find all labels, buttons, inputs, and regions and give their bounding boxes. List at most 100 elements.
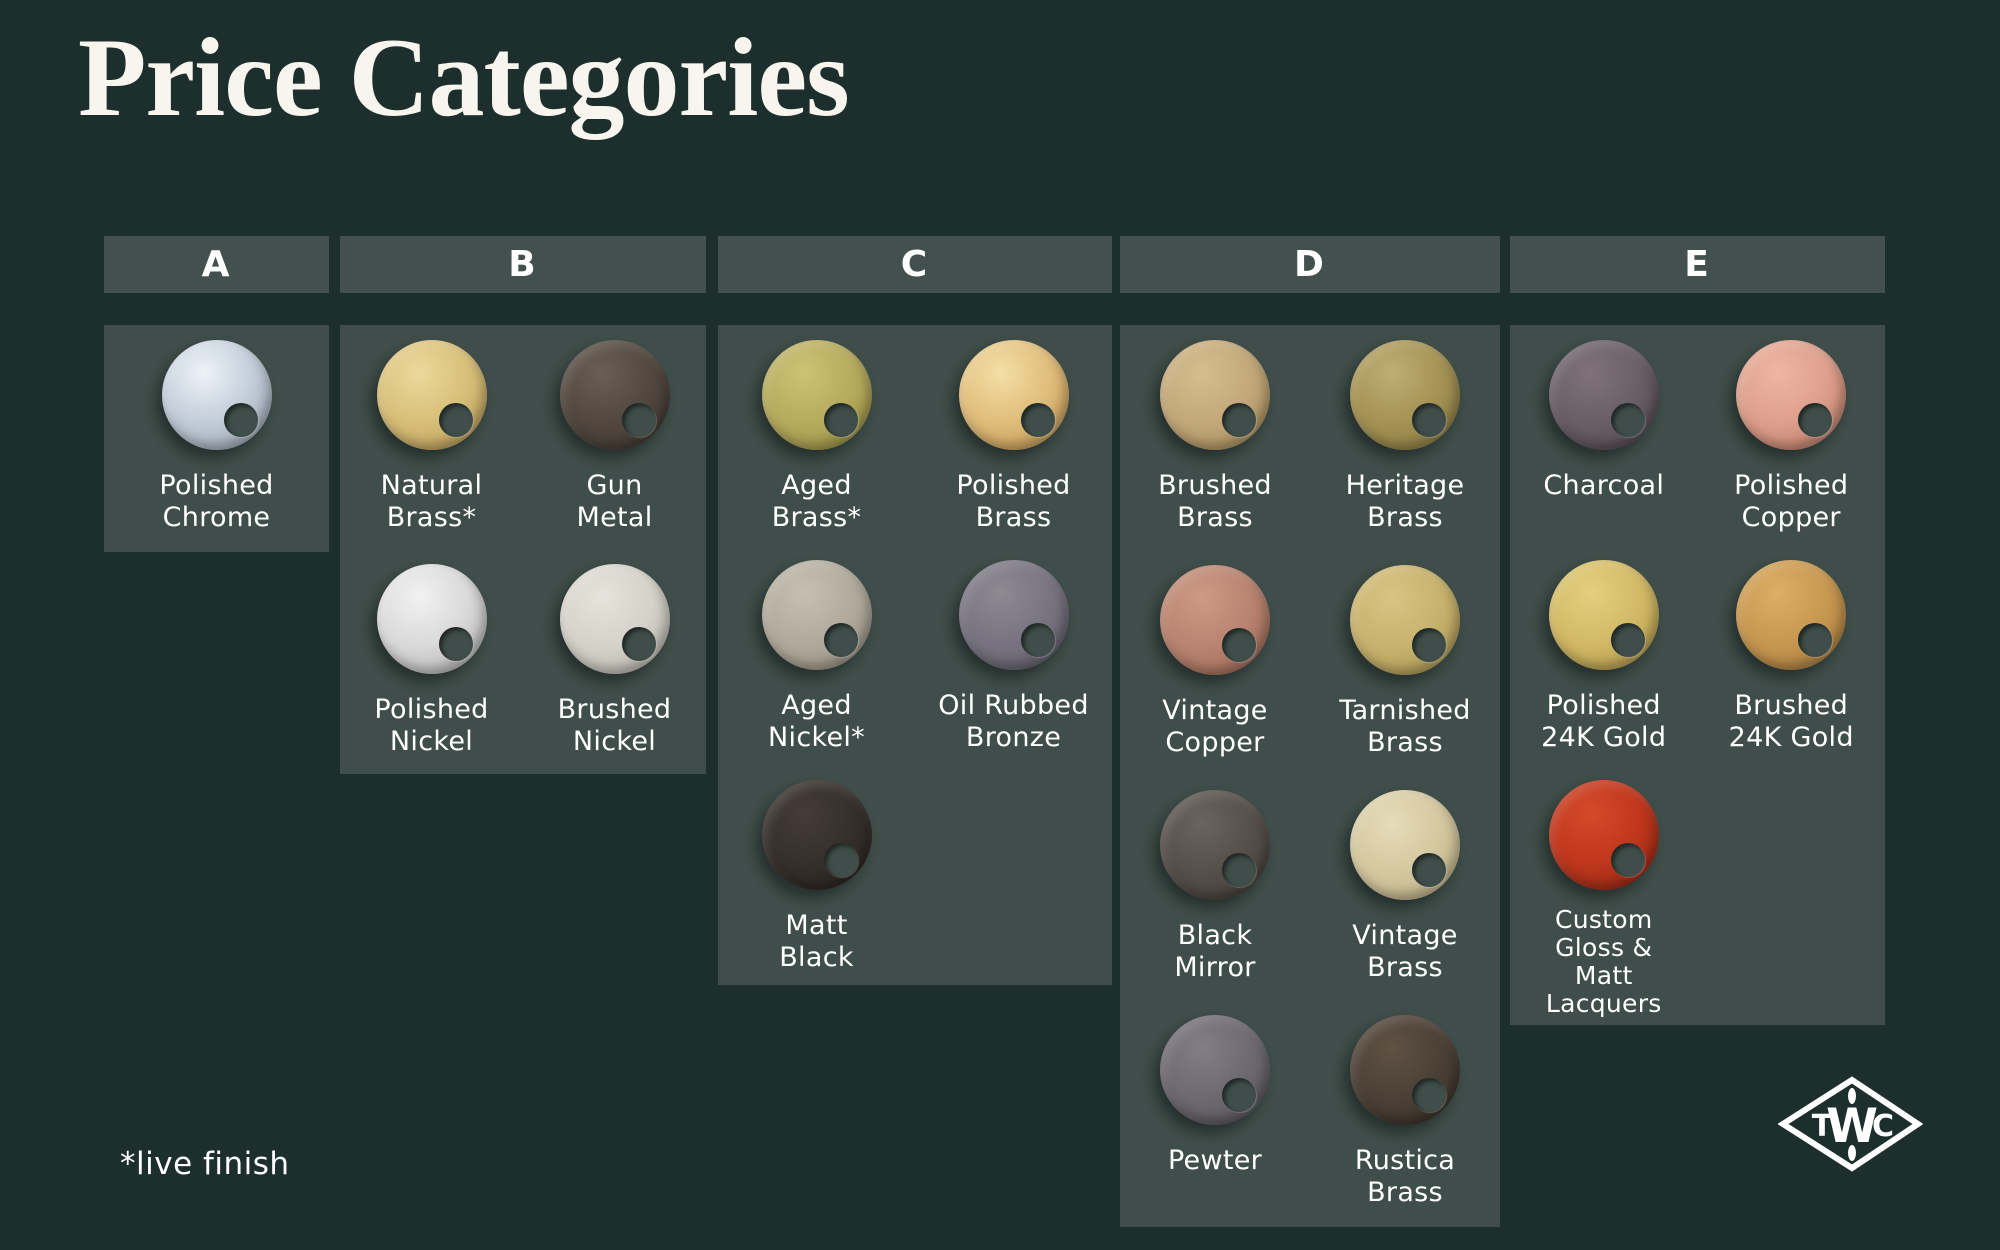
swatch-hole [224,403,258,437]
finish-swatch [1549,340,1659,450]
finish-swatch [560,564,670,674]
finish-label: Gun Metal [576,470,652,534]
category-header-B: B [340,236,706,293]
finish-cell: Matt Black [718,765,915,985]
finish-label: Matt Black [779,910,854,974]
finish-label: Rustica Brass [1355,1145,1455,1209]
finish-swatch [377,564,487,674]
finish-label: Oil Rubbed Bronze [938,690,1089,754]
finish-label: Aged Brass* [772,470,862,534]
finish-swatch [162,340,272,450]
finish-label: Charcoal [1543,470,1664,502]
finish-label: Aged Nickel* [768,690,865,754]
finish-swatch [1160,340,1270,450]
swatch-hole [1412,1078,1446,1112]
finish-label: Vintage Brass [1352,920,1457,984]
finish-cell: Polished 24K Gold [1510,545,1698,765]
swatch-hole [824,403,858,437]
finish-label: Polished Nickel [374,694,488,758]
finish-label: Polished Chrome [159,470,273,534]
swatch-hole [1798,623,1832,657]
finish-swatch [1160,790,1270,900]
finish-cell: Brushed Brass [1120,325,1310,550]
page-title: Price Categories [78,22,849,134]
finish-swatch [1160,565,1270,675]
category-panel-D: Brushed Brass Heritage Brass Vintage Coppe… [1120,325,1500,1227]
finish-swatch [1350,1015,1460,1125]
finish-swatch [1350,565,1460,675]
finish-cell: Rustica Brass [1310,1000,1500,1225]
finish-label: Polished 24K Gold [1541,690,1666,754]
finish-cell: Tarnished Brass [1310,550,1500,775]
logo-letter-c: C [1872,1109,1894,1144]
finish-cell: Vintage Copper [1120,550,1310,775]
finish-cell: Brushed 24K Gold [1698,545,1886,765]
swatch-hole [1611,623,1645,657]
category-panel-E: Charcoal Polished Copper Polished 24K Gold… [1510,325,1885,1025]
category-panel-A: Polished Chrome [104,325,329,552]
swatch-hole [1021,403,1055,437]
finish-label: Brushed 24K Gold [1729,690,1854,754]
swatch-hole [1222,628,1256,662]
finish-label: Pewter [1168,1145,1262,1177]
swatch-hole [439,627,473,661]
finish-label: Tarnished Brass [1339,695,1470,759]
category-header-A: A [104,236,329,293]
finish-swatch [762,780,872,890]
finish-cell: Polished Copper [1698,325,1886,545]
category-header-E: E [1510,236,1885,293]
swatch-hole [1021,623,1055,657]
category-panel-C: Aged Brass* Polished Brass Aged Nickel* Oil… [718,325,1112,985]
finish-label: Black Mirror [1174,920,1255,984]
twc-logo: T W C [1778,1076,1923,1172]
logo-letter-w: W [1826,1099,1878,1154]
price-categories-board: Price Categories A Polished Chrome B Natura… [0,0,2000,1250]
swatch-hole [1412,853,1446,887]
finish-cell: Heritage Brass [1310,325,1500,550]
finish-label: Brushed Brass [1158,470,1272,534]
finish-label: Brushed Nickel [558,694,672,758]
finish-cell: Brushed Nickel [523,549,706,773]
finish-cell: Pewter [1120,1000,1310,1225]
finish-cell: Aged Brass* [718,325,915,545]
finish-swatch [762,340,872,450]
finish-cell: Polished Nickel [340,549,523,773]
finish-swatch [1160,1015,1270,1125]
finish-label: Polished Brass [956,470,1070,534]
finish-swatch [1350,340,1460,450]
finish-swatch [1736,560,1846,670]
finish-swatch [959,340,1069,450]
category-panel-B: Natural Brass* Gun Metal Polished Nickel Br… [340,325,706,774]
swatch-hole [622,627,656,661]
finish-cell: Vintage Brass [1310,775,1500,1000]
swatch-hole [824,623,858,657]
finish-cell: Natural Brass* [340,325,523,549]
finish-swatch [1736,340,1846,450]
category-header-D: D [1120,236,1500,293]
swatch-hole [1611,403,1645,437]
swatch-hole [1222,403,1256,437]
finish-swatch [377,340,487,450]
finish-swatch [762,560,872,670]
finish-swatch [1549,560,1659,670]
finish-cell: Charcoal [1510,325,1698,545]
finish-label: Heritage Brass [1346,470,1465,534]
finish-cell: Gun Metal [523,325,706,549]
finish-cell: Custom Gloss & Matt Lacquers [1510,765,1698,1018]
swatch-hole [1611,843,1645,877]
swatch-hole [1412,403,1446,437]
finish-cell: Black Mirror [1120,775,1310,1000]
finish-label: Custom Gloss & Matt Lacquers [1546,906,1662,1018]
swatch-hole [1798,403,1832,437]
finish-label: Natural Brass* [381,470,483,534]
finish-cell: Polished Brass [915,325,1112,545]
swatch-hole [1222,853,1256,887]
finish-cell: Polished Chrome [104,325,329,552]
category-header-C: C [718,236,1112,293]
swatch-hole [824,843,858,877]
finish-swatch [1350,790,1460,900]
live-finish-footnote: *live finish [120,1146,290,1182]
swatch-hole [439,403,473,437]
finish-label: Polished Copper [1734,470,1848,534]
finish-cell: Aged Nickel* [718,545,915,765]
